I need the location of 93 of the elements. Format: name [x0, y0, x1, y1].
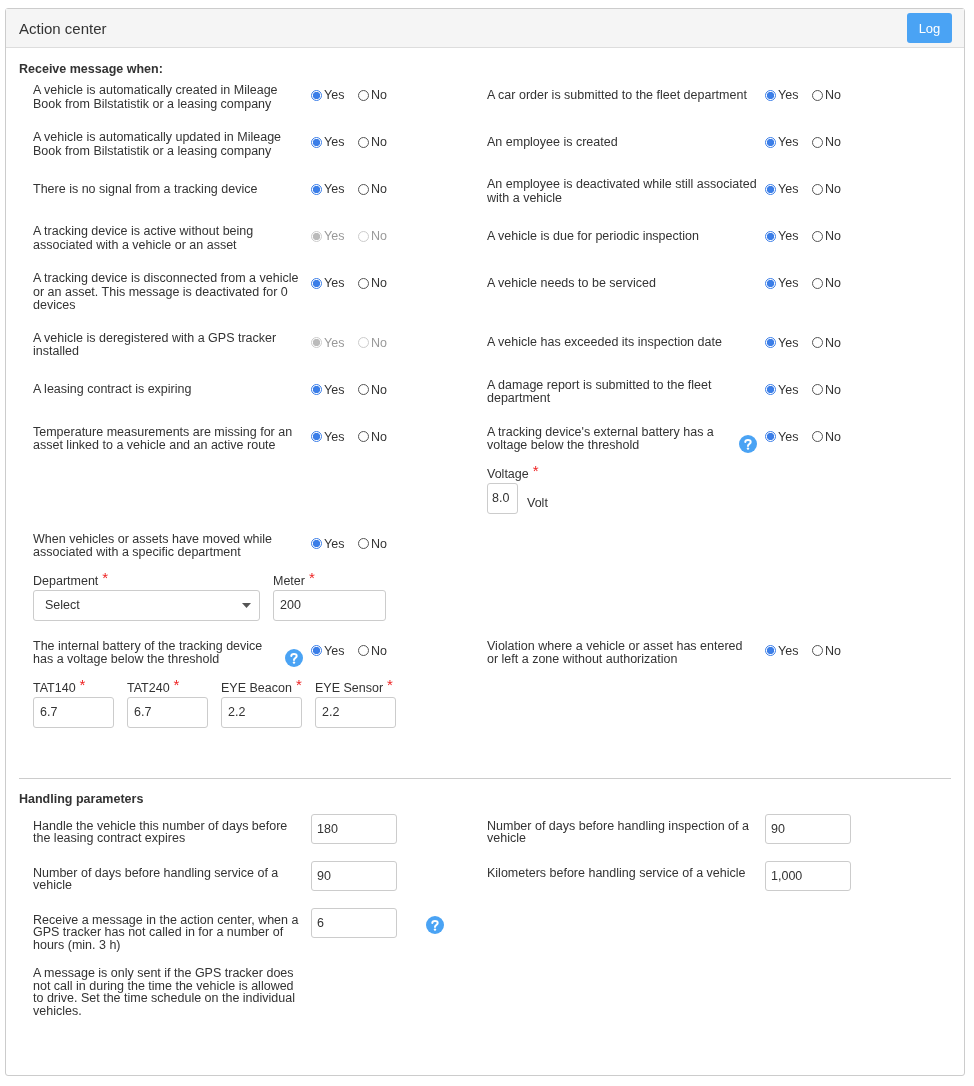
- section-title: Receive message when:: [19, 62, 164, 76]
- radio-button[interactable]: Yes: [311, 182, 358, 196]
- radio-button[interactable]: No: [358, 429, 405, 444]
- required-mark: *: [102, 570, 109, 585]
- input-field[interactable]: 8.0: [487, 482, 518, 514]
- radio-button[interactable]: Yes: [765, 229, 812, 243]
- radio-button[interactable]: No: [812, 276, 859, 290]
- radio-button[interactable]: No: [358, 135, 405, 149]
- input-field[interactable]: 6.7: [127, 696, 208, 728]
- radio-button[interactable]: Yes: [765, 135, 812, 149]
- radio-button[interactable]: Yes: [311, 88, 358, 102]
- field-label: EYE Sensor: [315, 680, 384, 695]
- setting-label: A damage report is submitted to the fleet department: [487, 378, 713, 406]
- unit-label: Volt: [527, 495, 548, 510]
- radio-button[interactable]: Yes: [765, 429, 812, 444]
- radio-button[interactable]: No: [358, 643, 405, 658]
- radio-button[interactable]: No: [358, 382, 405, 397]
- input-field[interactable]: 180: [311, 813, 397, 844]
- radio-button[interactable]: No: [812, 335, 859, 350]
- setting-label: When vehicles or assets have moved while associated with a specific department: [33, 532, 273, 560]
- radio-button[interactable]: No: [812, 229, 859, 243]
- field-label: Voltage: [487, 466, 529, 481]
- setting-label: A vehicle is automatically created in Mileage Book from Bilstatistik or a leasing company: [33, 84, 279, 111]
- field-label: Meter: [273, 573, 305, 588]
- field-label: Department: [33, 573, 99, 588]
- radio-button[interactable]: Yes: [765, 382, 812, 397]
- input-field[interactable]: 1,000: [765, 860, 851, 891]
- field-label: TAT140: [33, 680, 76, 695]
- section-title: Handling parameters: [19, 791, 145, 806]
- setting-label: A vehicle is automatically updated in Mileage Book from Bilstatistik or a leasing company: [33, 131, 283, 158]
- input-field[interactable]: 2.2: [315, 696, 396, 728]
- setting-label: A vehicle has exceeded its inspection date: [487, 336, 722, 350]
- input-field[interactable]: 2.2: [221, 696, 302, 728]
- help-icon[interactable]: [285, 648, 303, 667]
- radio-button[interactable]: No: [812, 429, 859, 444]
- setting-label: An employee is deactivated while still associated with a vehicle: [487, 178, 757, 205]
- setting-label: Violation where a vehicle or asset has entered or left a zone without authorization: [487, 639, 744, 667]
- required-mark: *: [532, 463, 539, 478]
- panel-title: Action center: [19, 19, 107, 37]
- parameter-label: Handle the vehicle this number of days before the leasing contract expires: [33, 817, 289, 845]
- radio-button[interactable]: Yes: [311, 536, 358, 551]
- field-label: TAT240: [127, 680, 170, 695]
- help-icon[interactable]: [426, 915, 444, 934]
- parameter-label: Kilometers before handling service of a vehicle: [487, 864, 747, 879]
- input-field[interactable]: 6.7: [33, 696, 114, 728]
- radio-button[interactable]: No: [812, 135, 859, 149]
- setting-label: There is no signal from a tracking device: [33, 182, 258, 196]
- setting-label: A tracking device's external battery has a voltage below the threshold: [487, 425, 715, 453]
- radio-button[interactable]: No: [358, 182, 405, 196]
- radio-button[interactable]: No: [358, 536, 405, 551]
- radio-button[interactable]: Yes: [765, 643, 812, 658]
- required-mark: *: [308, 570, 315, 585]
- radio-button[interactable]: Yes: [311, 135, 358, 149]
- setting-label: Temperature measurements are missing for an asset linked to a vehicle and an active route: [33, 425, 294, 453]
- input-field[interactable]: 6: [311, 907, 397, 938]
- setting-label: An employee is created: [487, 135, 618, 149]
- setting-label: A car order is submitted to the fleet department: [487, 88, 747, 102]
- help-icon[interactable]: [739, 434, 757, 453]
- department-select[interactable]: Select: [33, 589, 260, 621]
- radio-button[interactable]: No: [358, 88, 405, 102]
- setting-label: A vehicle is deregistered with a GPS tracker installed: [33, 331, 278, 359]
- required-mark: *: [173, 677, 180, 692]
- radio-button[interactable]: Yes: [311, 276, 358, 290]
- radio-button[interactable]: Yes: [765, 335, 812, 350]
- input-field[interactable]: 200: [273, 589, 386, 621]
- parameter-label: Receive a message in the action center, when a GPS tracker has not called in for a number of hours (min. 3 h): [33, 911, 300, 951]
- radio-button[interactable]: No: [812, 182, 859, 196]
- input-field[interactable]: 90: [311, 860, 397, 891]
- required-mark: *: [387, 677, 393, 692]
- setting-label: A vehicle needs to be serviced: [487, 276, 656, 290]
- setting-label: The internal battery of the tracking device has a voltage below the threshold: [33, 639, 264, 667]
- radio-button[interactable]: No: [812, 382, 859, 397]
- radio-button[interactable]: No: [812, 88, 859, 102]
- parameter-label: Number of days before handling inspection of a vehicle: [487, 817, 750, 845]
- setting-label: A tracking device is disconnected from a vehicle or an asset. This message is deactivated for 0 devices: [33, 272, 300, 313]
- radio-button[interactable]: Yes: [311, 382, 358, 397]
- radio-button[interactable]: Yes: [765, 276, 812, 290]
- caret-icon: [242, 602, 251, 608]
- setting-label: A vehicle is due for periodic inspection: [487, 229, 699, 243]
- required-mark: *: [295, 677, 302, 692]
- note-text: A message is only sent if the GPS tracker does not call in during the time the vehicle is allowed to drive. Set the time schedule on the individual vehicles.: [33, 967, 296, 1017]
- parameter-label: Number of days before handling service of a vehicle: [33, 864, 280, 892]
- setting-label: A tracking device is active without being associated with a vehicle or an asset: [33, 225, 255, 252]
- required-mark: *: [79, 677, 86, 692]
- radio-button[interactable]: Yes: [311, 643, 358, 658]
- radio-button[interactable]: Yes: [765, 182, 812, 196]
- input-field[interactable]: 90: [765, 813, 851, 844]
- radio-button[interactable]: No: [358, 276, 405, 290]
- radio-button[interactable]: Yes: [765, 88, 812, 102]
- radio-button[interactable]: No: [812, 643, 859, 658]
- setting-label: A leasing contract is expiring: [33, 383, 192, 397]
- radio-button[interactable]: Yes: [311, 429, 358, 444]
- field-label: EYE Beacon: [221, 680, 292, 695]
